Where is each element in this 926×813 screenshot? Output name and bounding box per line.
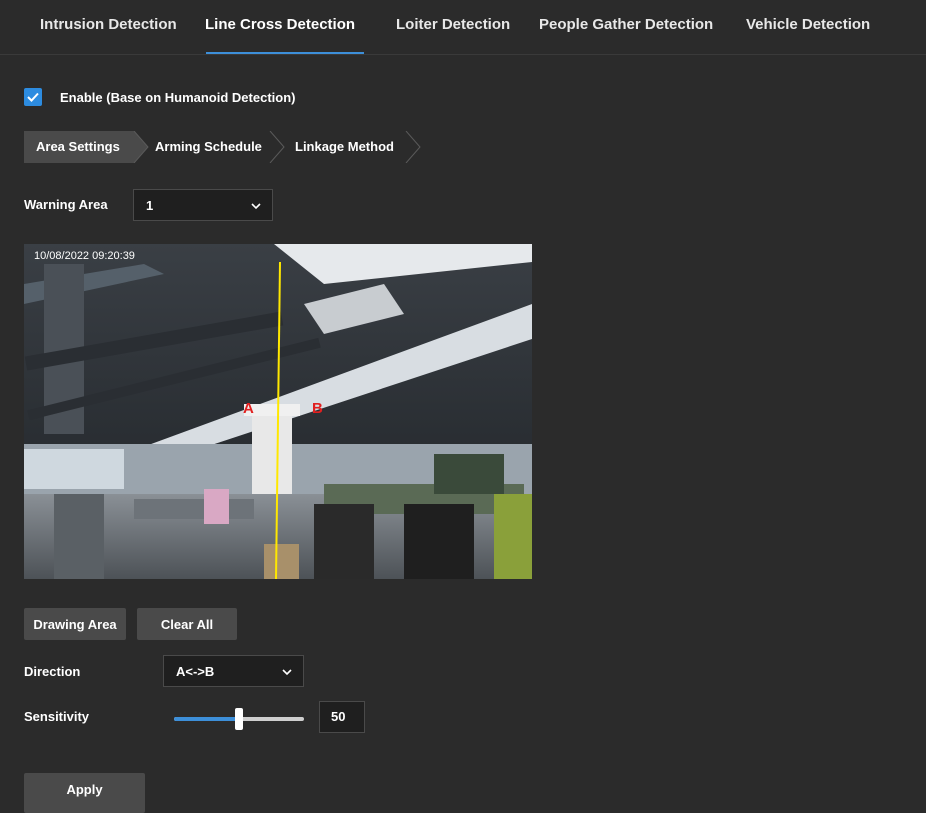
slider-fill	[174, 717, 239, 721]
cross-line[interactable]	[24, 244, 532, 579]
enable-row: Enable (Base on Humanoid Detection)	[24, 88, 295, 106]
chevron-down-icon	[251, 203, 261, 210]
clear-all-button[interactable]: Clear All	[137, 608, 237, 640]
tab-line-cross-detection[interactable]: Line Cross Detection	[205, 16, 355, 33]
apply-button[interactable]: Apply	[24, 773, 145, 813]
warning-area-label: Warning Area	[24, 197, 108, 212]
direction-value: A<->B	[176, 664, 215, 679]
warning-area-select[interactable]: 1	[133, 189, 273, 221]
camera-preview[interactable]: 10/08/2022 09:20:39 A B	[24, 244, 532, 579]
slider-thumb[interactable]	[235, 708, 243, 730]
tab-intrusion-detection[interactable]: Intrusion Detection	[40, 16, 177, 33]
sensitivity-label: Sensitivity	[24, 709, 90, 724]
sensitivity-slider[interactable]	[174, 708, 304, 730]
direction-select[interactable]: A<->B	[163, 655, 304, 687]
detection-tabs: Intrusion Detection Line Cross Detection…	[0, 0, 926, 55]
step-area-settings[interactable]: Area Settings	[36, 131, 120, 163]
tab-people-gather-detection[interactable]: People Gather Detection	[539, 16, 713, 33]
tab-loiter-detection[interactable]: Loiter Detection	[396, 16, 510, 33]
active-tab-indicator	[206, 52, 364, 54]
chevron-down-icon	[282, 669, 292, 676]
check-icon	[27, 92, 39, 102]
camera-timestamp: 10/08/2022 09:20:39	[34, 250, 135, 262]
sensitivity-input[interactable]: 50	[319, 701, 365, 733]
direction-label: Direction	[24, 664, 81, 679]
step-linkage-method[interactable]: Linkage Method	[295, 131, 394, 163]
tab-vehicle-detection[interactable]: Vehicle Detection	[746, 16, 870, 33]
drawing-area-button[interactable]: Drawing Area	[24, 608, 126, 640]
warning-area-value: 1	[146, 198, 154, 213]
side-b-label: B	[312, 400, 323, 417]
step-arming-schedule[interactable]: Arming Schedule	[155, 131, 262, 163]
enable-checkbox[interactable]	[24, 88, 42, 106]
side-a-label: A	[243, 400, 254, 417]
enable-label: Enable (Base on Humanoid Detection)	[60, 89, 296, 105]
